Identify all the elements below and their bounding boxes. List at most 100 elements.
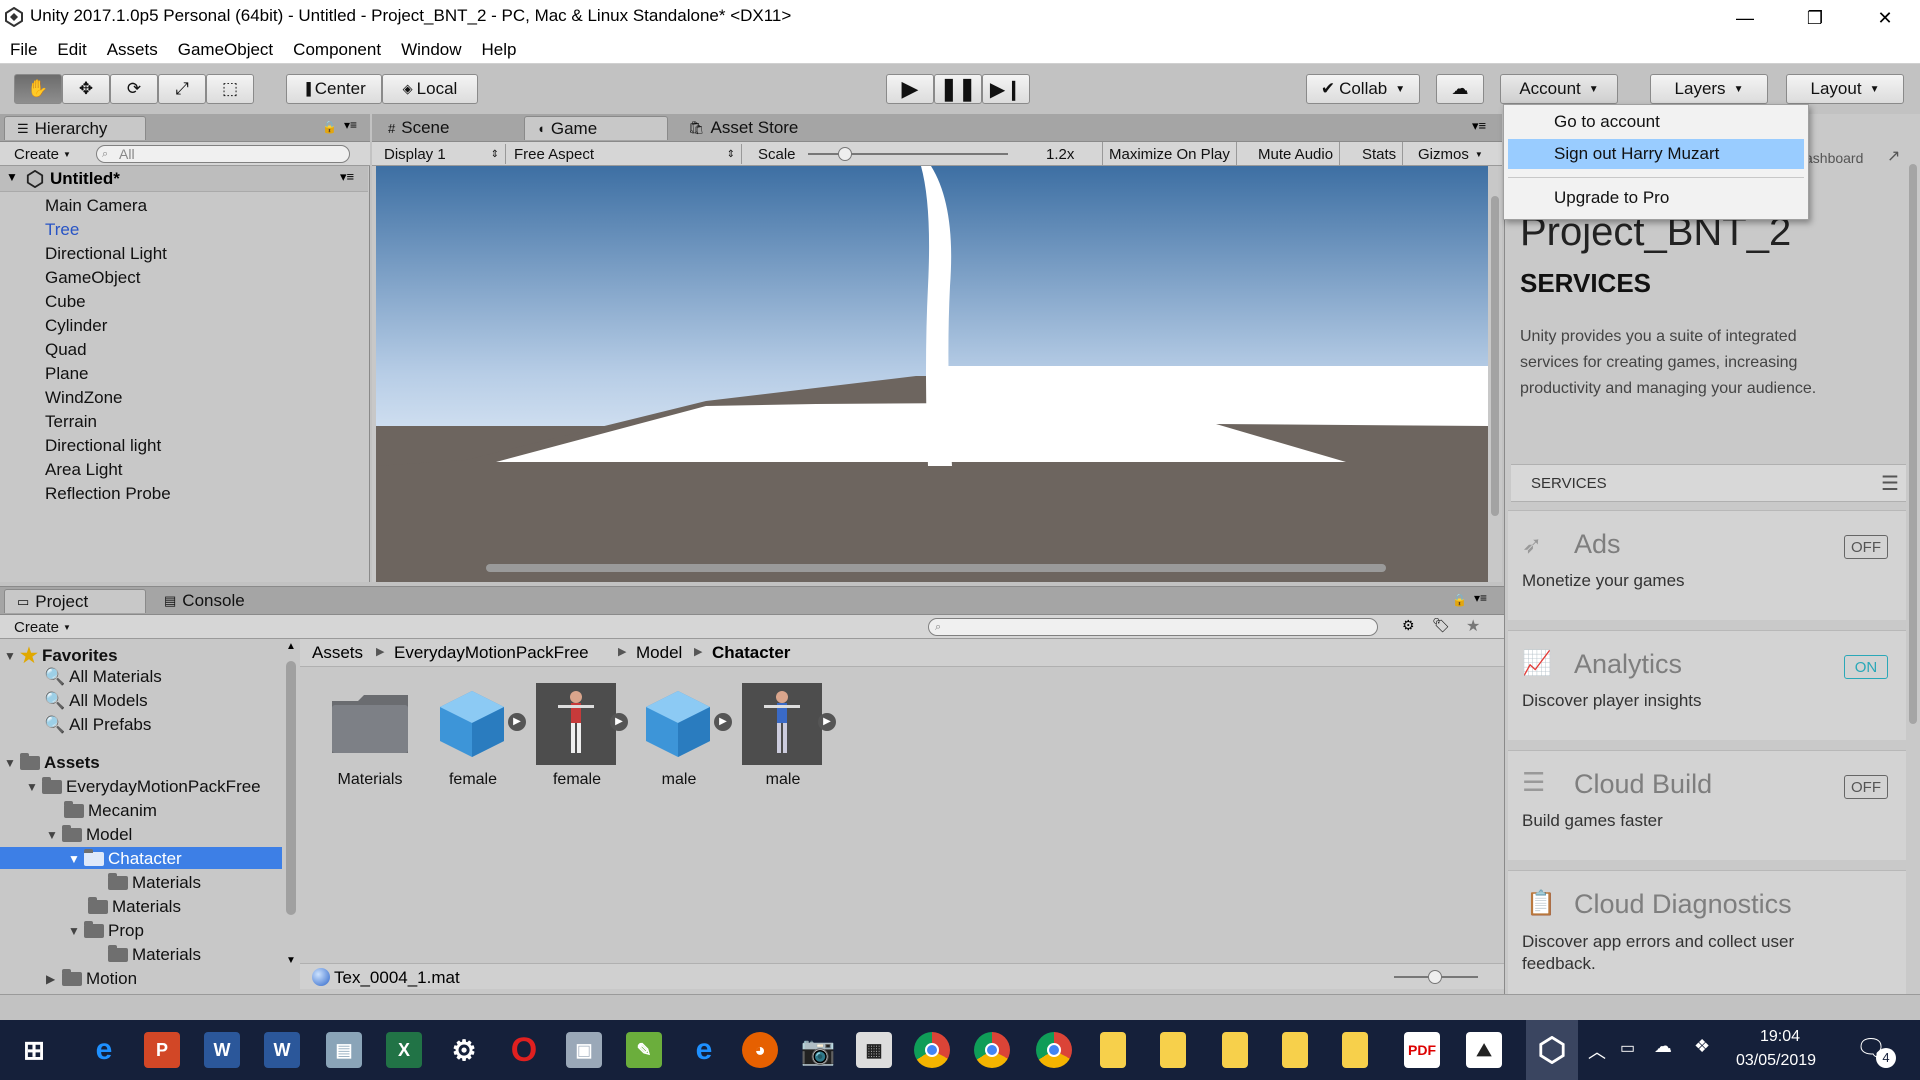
menu-window[interactable]: Window [391, 36, 471, 64]
camera-icon[interactable]: 📷 [800, 1032, 836, 1068]
battery-icon[interactable]: ▭ [1620, 1038, 1635, 1058]
menu-item-sign-out[interactable]: Sign out Harry Muzart [1508, 139, 1804, 169]
chrome-icon[interactable] [974, 1032, 1010, 1068]
asset-folder-materials[interactable] [330, 687, 410, 759]
display-select[interactable]: Display 1 ⇕ [378, 144, 506, 164]
file-explorer-icon[interactable] [1222, 1032, 1248, 1068]
tree-scrollbar[interactable]: ▲ ▼ [282, 639, 300, 975]
assets-node[interactable]: ▼ Assets [4, 753, 100, 773]
move-tool-button[interactable]: ✥ [62, 74, 110, 104]
tree-folder[interactable]: Materials [108, 873, 201, 893]
onedrive-icon[interactable]: ☁ [1654, 1036, 1672, 1057]
maximize-button[interactable]: ❐ [1780, 0, 1850, 36]
hierarchy-item[interactable]: Quad [45, 340, 87, 360]
game-viewport[interactable] [376, 166, 1488, 582]
scale-tool-button[interactable]: ⤢ [158, 74, 206, 104]
hierarchy-item[interactable]: Area Light [45, 460, 123, 480]
scene-header[interactable]: ▼ Untitled* ▾≡ [0, 166, 368, 192]
tree-folder[interactable]: Materials [88, 897, 181, 917]
play-button[interactable]: ▶ [886, 74, 934, 104]
minimize-button[interactable]: — [1710, 0, 1780, 36]
pause-button[interactable]: ❚❚ [934, 74, 982, 104]
service-card-analytics[interactable]: 📈 Analytics Discover player insights ON [1508, 630, 1906, 740]
expand-arrow-icon[interactable]: ▶ [610, 713, 628, 731]
calculator-icon[interactable]: ▦ [856, 1032, 892, 1068]
file-explorer-icon[interactable] [1100, 1032, 1126, 1068]
hierarchy-item[interactable]: WindZone [45, 388, 122, 408]
hierarchy-item[interactable]: Tree [45, 220, 79, 240]
scroll-down-icon[interactable]: ▼ [286, 955, 296, 966]
tab-game[interactable]: ◖ Game [524, 116, 668, 140]
rotate-tool-button[interactable]: ⟳ [110, 74, 158, 104]
hierarchy-item[interactable]: GameObject [45, 268, 140, 288]
lock-icon[interactable]: 🔒 [1452, 593, 1467, 607]
tab-asset-store[interactable]: 🛍 Asset Store [676, 116, 810, 140]
photos-icon[interactable]: ⛰ [1466, 1032, 1502, 1068]
lock-icon[interactable]: 🔒 [322, 120, 337, 134]
hierarchy-item[interactable]: Cylinder [45, 316, 107, 336]
scene-menu-icon[interactable]: ▾≡ [340, 169, 354, 185]
file-explorer-icon[interactable] [1160, 1032, 1186, 1068]
menu-component[interactable]: Component [283, 36, 391, 64]
icon-size-slider-thumb[interactable] [1428, 970, 1442, 984]
clock-date[interactable]: 03/05/2019 [1736, 1052, 1816, 1070]
tab-hierarchy[interactable]: ☰ Hierarchy [4, 116, 146, 140]
file-explorer-icon[interactable] [1282, 1032, 1308, 1068]
hand-tool-button[interactable]: ✋ [14, 74, 62, 104]
chrome-icon[interactable] [914, 1032, 950, 1068]
triangle-down-icon[interactable]: ▼ [4, 649, 20, 663]
favorites-node[interactable]: ▼ ★ Favorites [4, 643, 118, 668]
breadcrumb-item[interactable]: Assets [312, 643, 363, 663]
notepad-icon[interactable]: ▤ [326, 1032, 362, 1068]
aspect-select[interactable]: Free Aspect ⇕ [508, 144, 742, 164]
powerpoint-icon[interactable]: P [144, 1032, 180, 1068]
asset-model-male[interactable] [638, 683, 718, 763]
hierarchy-item[interactable]: Terrain [45, 412, 97, 432]
service-card-cloud-build[interactable]: ☰ Cloud Build Build games faster OFF [1508, 750, 1906, 860]
hamburger-icon[interactable]: ☰ [1881, 471, 1899, 496]
dashboard-link[interactable]: ashboard [1805, 150, 1863, 166]
service-card-ads[interactable]: ➶ Ads Monetize your games OFF [1508, 510, 1906, 620]
step-button[interactable]: ▶❙ [982, 74, 1030, 104]
triangle-right-icon[interactable]: ▶ [46, 972, 62, 986]
edge-icon[interactable]: e [86, 1032, 122, 1068]
pdf-icon[interactable]: PDF [1404, 1032, 1440, 1068]
mute-audio-toggle[interactable]: Mute Audio [1252, 142, 1341, 166]
services-scrollbar[interactable] [1906, 134, 1920, 994]
service-toggle[interactable]: OFF [1844, 775, 1888, 799]
triangle-down-icon[interactable]: ▼ [46, 828, 62, 842]
panel-menu-icon[interactable]: ▾≡ [344, 118, 357, 132]
tab-scene[interactable]: # Scene [376, 116, 461, 140]
triangle-down-icon[interactable]: ▼ [4, 756, 20, 770]
menu-file[interactable]: File [0, 36, 47, 64]
favorite-item[interactable]: 🔍 All Models [44, 691, 148, 711]
external-link-icon[interactable]: ↗ [1887, 146, 1900, 166]
project-search-input[interactable]: ⌕ [928, 618, 1378, 636]
layout-dropdown[interactable]: Layout ▼ [1786, 74, 1904, 104]
service-card-cloud-diagnostics[interactable]: 📋 Cloud Diagnostics Discover app errors … [1508, 870, 1906, 994]
tree-folder[interactable]: ▶ Motion [46, 969, 137, 989]
file-explorer-icon[interactable] [1342, 1032, 1368, 1068]
project-create-button[interactable]: Create ▼ [8, 617, 77, 637]
scale-slider-thumb[interactable] [838, 147, 852, 161]
menu-item-upgrade[interactable]: Upgrade to Pro [1504, 183, 1808, 213]
windows-start-icon[interactable]: ⊞ [16, 1032, 52, 1068]
menu-item-go-to-account[interactable]: Go to account [1504, 107, 1808, 137]
star-icon[interactable]: ★ [1466, 616, 1480, 636]
collab-button[interactable]: ✔ Collab ▼ [1306, 74, 1420, 104]
asset-model-female[interactable] [432, 683, 512, 763]
tree-folder[interactable]: ▼ EverydayMotionPackFree [26, 777, 261, 797]
tag-icon[interactable]: 🏷 [1432, 617, 1450, 634]
hierarchy-item[interactable]: Reflection Probe [45, 484, 171, 504]
hierarchy-search-input[interactable]: ⌕ All [96, 145, 350, 163]
favorite-item[interactable]: 🔍 All Prefabs [44, 715, 151, 735]
expand-arrow-icon[interactable]: ▶ [818, 713, 836, 731]
triangle-down-icon[interactable]: ▼ [6, 170, 18, 184]
gizmos-toggle[interactable]: Gizmos ▼ [1412, 142, 1489, 166]
menu-edit[interactable]: Edit [47, 36, 96, 64]
favorite-item[interactable]: 🔍 All Materials [44, 667, 162, 687]
panel-menu-icon[interactable]: ▾≡ [1474, 591, 1487, 605]
expand-arrow-icon[interactable]: ▶ [714, 713, 732, 731]
service-toggle[interactable]: OFF [1844, 535, 1888, 559]
tree-folder-selected[interactable]: ▼ Chatacter [68, 849, 182, 869]
